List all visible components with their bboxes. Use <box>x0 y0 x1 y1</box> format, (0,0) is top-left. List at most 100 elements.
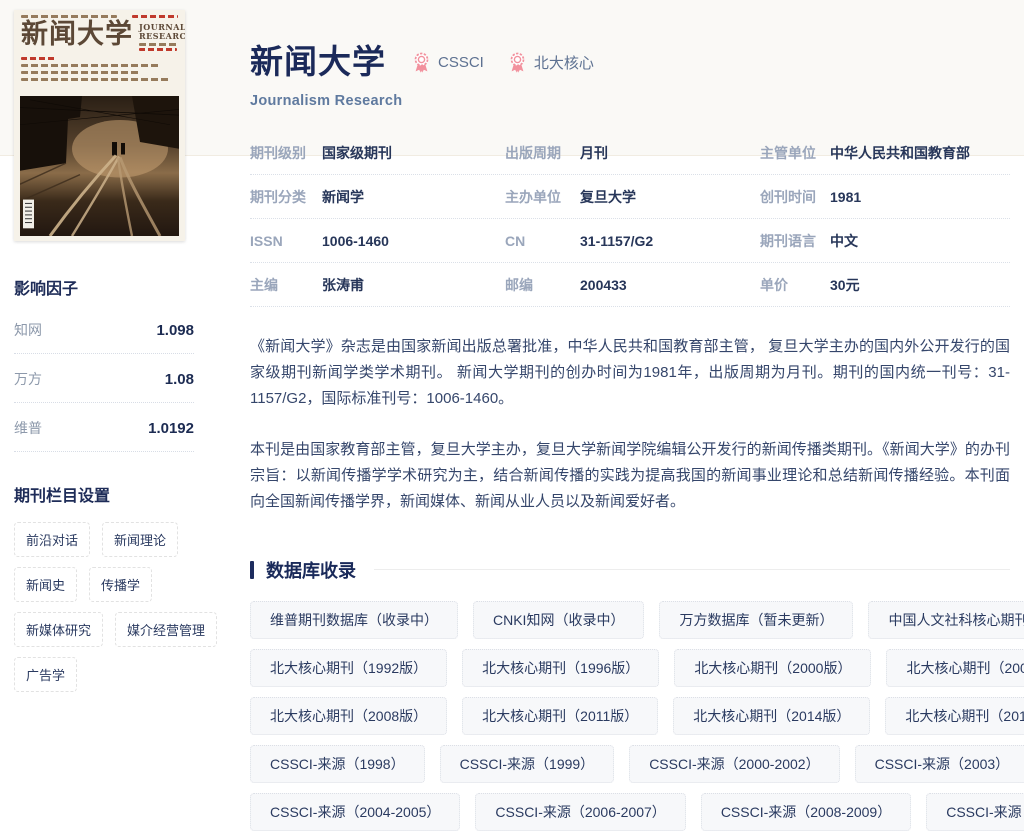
db-tag[interactable]: 北大核心期刊（2008版） <box>250 696 448 735</box>
info-value: 新闻学 <box>322 189 364 206</box>
impact-label: 知网 <box>14 322 42 338</box>
db-tag[interactable]: 万方数据库（暂未更新） <box>659 600 854 639</box>
info-value: 31-1157/G2 <box>580 233 654 250</box>
impact-label: 万方 <box>14 371 42 387</box>
db-tag[interactable]: 中国人文社科核心期刊 <box>868 600 1024 639</box>
journal-cover-image: 新闻大学 JOURNALISM RESEARCH <box>14 10 185 241</box>
database-tags: 维普期刊数据库（收录中） CNKI知网（收录中） 万方数据库（暂未更新） 中国人… <box>250 600 1024 840</box>
info-value: 中华人民共和国教育部 <box>830 145 970 162</box>
db-tag[interactable]: CSSCI-来源（2004-2005） <box>250 792 461 831</box>
info-value: 1006-1460 <box>322 233 389 250</box>
impact-row-weipu: 维普 1.0192 <box>14 403 194 452</box>
db-tag-row: CSSCI-来源（1998） CSSCI-来源（1999） CSSCI-来源（2… <box>250 744 1024 783</box>
info-value: 国家级期刊 <box>322 145 392 162</box>
info-value: 中文 <box>830 233 858 250</box>
cover-subtitle-lines <box>21 57 178 82</box>
db-tag[interactable]: CSSCI-来源（2008-2009） <box>700 792 912 831</box>
badge-label: CSSCI <box>438 53 484 71</box>
column-tag[interactable]: 广告学 <box>14 657 78 692</box>
journal-detail-page: 新闻大学 JOURNALISM RESEARCH <box>0 0 1024 840</box>
info-label: 期刊语言 <box>760 233 816 250</box>
journal-description: 《新闻大学》杂志是由国家新闻出版总署批准，中华人民共和国教育部主管， 复旦大学主… <box>250 334 1010 515</box>
db-tag-row: 北大核心期刊（1992版） 北大核心期刊（1996版） 北大核心期刊（2000版… <box>250 648 1024 687</box>
cover-title: 新闻大学 <box>21 19 133 50</box>
badge-beida-core: 北大核心 <box>508 52 594 73</box>
info-label: 出版周期 <box>505 145 561 162</box>
db-tag-row: CSSCI-来源（2004-2005） CSSCI-来源（2006-2007） … <box>250 792 1024 831</box>
info-value: 张涛甫 <box>322 277 364 294</box>
db-tag[interactable]: 北大核心期刊（2014版） <box>673 696 871 735</box>
impact-factor-list: 知网 1.098 万方 1.08 维普 1.0192 <box>14 305 194 452</box>
info-value: 1981 <box>830 189 862 206</box>
db-tag[interactable]: 北大核心期刊（2004版） <box>886 648 1024 687</box>
table-row: 期刊级别 国家级期刊 出版周期 月刊 主管单位 中华人民共和国教育部 <box>250 131 1010 176</box>
journal-subtitle: Journalism Research <box>250 93 403 110</box>
db-tag[interactable]: CSSCI-来源（1999） <box>439 744 615 783</box>
column-tag[interactable]: 传播学 <box>89 567 153 602</box>
info-label: 期刊级别 <box>250 145 306 162</box>
cover-masthead: 新闻大学 JOURNALISM RESEARCH <box>14 10 185 88</box>
journal-header: 新闻大学 CSSCI 北大核心 Journalism Research <box>250 0 1010 109</box>
description-paragraph-1: 《新闻大学》杂志是由国家新闻出版总署批准，中华人民共和国教育部主管， 复旦大学主… <box>250 338 1010 408</box>
db-tag[interactable]: CSSCI-来源（1998） <box>250 744 425 783</box>
db-tag[interactable]: 维普期刊数据库（收录中） <box>250 600 458 639</box>
info-value: 200433 <box>580 277 627 294</box>
db-tag[interactable]: CSSCI-来源（2010-2011） <box>926 792 1024 831</box>
impact-row-wanfang: 万方 1.08 <box>14 354 194 403</box>
column-tag[interactable]: 媒介经营管理 <box>115 612 218 647</box>
badge-label: 北大核心 <box>533 54 594 72</box>
impact-value: 1.0192 <box>148 419 194 437</box>
impact-value: 1.098 <box>156 321 194 339</box>
info-value: 30元 <box>830 277 860 294</box>
badge-cssci: CSSCI <box>412 52 484 73</box>
database-section-header: 数据库收录 <box>250 557 1010 583</box>
impact-value: 1.08 <box>164 370 194 388</box>
cover-english-title: JOURNALISM RESEARCH <box>139 21 185 52</box>
cover-photo <box>20 96 179 236</box>
table-row: 主编 张涛甫 邮编 200433 单价 30元 <box>250 263 1010 308</box>
db-tag[interactable]: 北大核心期刊（2000版） <box>674 648 872 687</box>
column-tag[interactable]: 前沿对话 <box>14 522 91 557</box>
info-label: 单价 <box>760 277 788 294</box>
page-title: 新闻大学 <box>250 43 386 80</box>
main-content: 新闻大学 CSSCI 北大核心 Journalism Research 期刊级别… <box>250 0 1024 840</box>
db-tag-row: 北大核心期刊（2008版） 北大核心期刊（2011版） 北大核心期刊（2014版… <box>250 696 1024 735</box>
info-label: 期刊分类 <box>250 189 306 206</box>
impact-factor-heading: 影响因子 <box>14 281 79 298</box>
info-label: ISSN <box>250 233 283 250</box>
section-title: 数据库收录 <box>266 560 356 581</box>
journal-columns-heading: 期刊栏目设置 <box>14 488 111 505</box>
db-tag-row: 维普期刊数据库（收录中） CNKI知网（收录中） 万方数据库（暂未更新） 中国人… <box>250 600 1024 639</box>
db-tag[interactable]: 北大核心期刊（1996版） <box>462 648 660 687</box>
journal-info-table: 期刊级别 国家级期刊 出版周期 月刊 主管单位 中华人民共和国教育部 期刊分类 … <box>250 131 1010 308</box>
column-tag[interactable]: 新媒体研究 <box>14 612 104 647</box>
medal-icon <box>508 52 527 73</box>
db-tag[interactable]: 北大核心期刊（2011版） <box>462 696 659 735</box>
impact-row-cnki: 知网 1.098 <box>14 305 194 354</box>
info-label: 主办单位 <box>505 189 561 206</box>
column-tag[interactable]: 新闻史 <box>14 567 78 602</box>
db-tag[interactable]: CSSCI-来源（2003） <box>854 744 1024 783</box>
table-row: 期刊分类 新闻学 主办单位 复旦大学 创刊时间 1981 <box>250 175 1010 220</box>
db-tag[interactable]: CSSCI-来源（2006-2007） <box>475 792 686 831</box>
cover-tiny-text-line <box>21 15 117 18</box>
description-paragraph-2: 本刊是由国家教育部主管，复旦大学主办，复旦大学新闻学院编辑公开发行的新闻传播类期… <box>250 440 1010 510</box>
info-value: 复旦大学 <box>580 189 636 206</box>
cover-issn-line <box>132 15 178 18</box>
db-tag[interactable]: CSSCI-来源（2000-2002） <box>629 744 840 783</box>
impact-label: 维普 <box>14 420 42 436</box>
db-tag[interactable]: CNKI知网（收录中） <box>473 600 645 639</box>
info-label: 邮编 <box>505 277 533 294</box>
info-value: 月刊 <box>580 145 608 162</box>
db-tag[interactable]: 北大核心期刊（1992版） <box>250 648 448 687</box>
info-label: 创刊时间 <box>760 189 816 206</box>
section-divider-line <box>374 569 1010 571</box>
info-label: 主管单位 <box>760 145 816 162</box>
db-tag[interactable]: 北大核心期刊（2017版） <box>885 696 1024 735</box>
info-label: 主编 <box>250 277 278 294</box>
table-row: ISSN 1006-1460 CN 31-1157/G2 期刊语言 中文 <box>250 219 1010 264</box>
medal-icon <box>412 52 431 73</box>
journal-column-tags: 前沿对话 新闻理论 新闻史 传播学 新媒体研究 媒介经营管理 广告学 <box>14 522 224 692</box>
info-label: CN <box>505 233 526 250</box>
column-tag[interactable]: 新闻理论 <box>102 522 179 557</box>
